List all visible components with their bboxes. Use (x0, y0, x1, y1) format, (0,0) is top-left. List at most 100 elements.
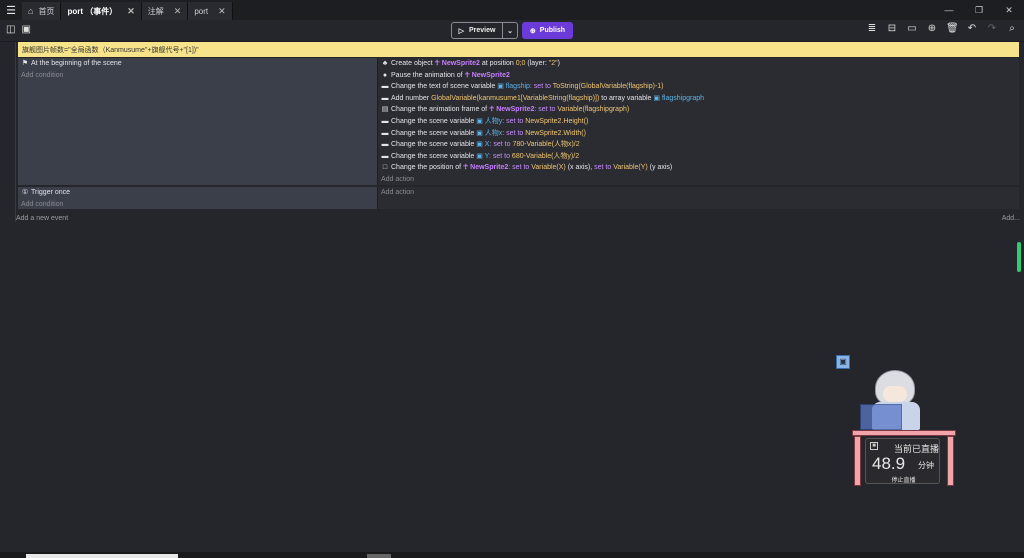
expression: Variable(Y) (613, 164, 648, 172)
conditions-column[interactable]: ① Trigger once Add condition (18, 187, 377, 209)
panels-icon[interactable]: ◫ (6, 24, 15, 35)
comment-icon[interactable]: ▭ (906, 23, 918, 34)
variable-name: ▣ 人物x (476, 129, 503, 137)
tab-port[interactable]: port ✕ (188, 2, 233, 20)
minimize-icon[interactable]: — (934, 0, 964, 20)
search-icon[interactable]: ⌕ (1006, 23, 1018, 34)
taskbar-item[interactable] (367, 554, 391, 558)
editor-toolbar: ◫ ▣ ▷ Preview ⌄ ⊕ Publish ≣ ⊟ ▭ ⊕ 🗑 ↶ ↷ … (0, 20, 1024, 42)
expression: Variable(flagshipgraph) (557, 106, 630, 114)
object-name: ☥ NewSprite2 (489, 106, 535, 114)
add-condition-link[interactable]: Add condition (18, 199, 377, 211)
taskbar-item[interactable] (26, 554, 178, 558)
action-item[interactable]: ▬ Change the scene variable ▣ 人物x: set to… (378, 128, 1019, 140)
action-item[interactable]: □ Change the position of ☥ NewSprite2: se… (378, 162, 1019, 174)
add-new-event-link[interactable]: Add a new event (16, 215, 68, 222)
restore-icon[interactable]: ❐ (964, 0, 994, 20)
operator: : set to (488, 152, 512, 160)
variable-name: ▣ Y (476, 152, 489, 160)
condition-item[interactable]: ⚑ At the beginning of the scene (18, 58, 377, 70)
operator: set to (594, 164, 614, 172)
expression: Variable(X) (531, 164, 566, 172)
chevron-down-icon[interactable]: ⌄ (503, 27, 517, 35)
event-comment[interactable]: 旗舰图片帧数="全局函数（Kanmusume"+旗舰代号+"[1])" (18, 42, 1019, 57)
preview-main[interactable]: ▷ Preview (452, 23, 503, 38)
expression: 680-Variable(人物y)/2 (511, 152, 580, 160)
taskbar (0, 552, 1024, 558)
close-icon[interactable]: ✕ (174, 6, 182, 17)
variable-name: ▣ 人物y (476, 117, 503, 125)
action-text: (x axis), (565, 164, 595, 172)
operator: : set to (489, 141, 513, 149)
condition-text: Trigger once (31, 189, 71, 196)
action-item[interactable]: ▬ Change the text of scene variable ▣ fla… (378, 81, 1019, 93)
close-icon[interactable]: ✕ (218, 6, 226, 17)
condition-text: At the beginning of the scene (31, 60, 122, 67)
scene-start-icon: ⚑ (21, 60, 29, 67)
action-item[interactable]: ▬ Change the scene variable ▣ 人物y: set to… (378, 116, 1019, 128)
tab-home[interactable]: ⌂ 首页 (22, 2, 62, 20)
publish-button[interactable]: ⊕ Publish (522, 22, 573, 39)
event-gutter (0, 42, 16, 222)
action-item[interactable]: ● Pause the animation of ☥ NewSprite2 (378, 70, 1019, 82)
close-icon[interactable]: ✕ (127, 6, 135, 17)
operator: : set to (502, 129, 526, 137)
tab-label: port （事件） (67, 6, 118, 16)
create-object-icon: ♣ (382, 60, 388, 67)
action-text: Change the position of (391, 164, 463, 172)
stop-stream-button[interactable]: 停止直播 (866, 475, 941, 484)
undo-icon[interactable]: ↶ (966, 23, 978, 34)
tab-label: port (194, 6, 209, 16)
pause-icon: ● (382, 71, 388, 79)
event-row[interactable]: ① Trigger once Add condition Add action (18, 187, 1019, 209)
floating-app-icon[interactable]: ▣ (836, 355, 850, 369)
action-text: Pause the animation of (391, 71, 465, 79)
operator: : set to (534, 106, 558, 114)
window-close-icon[interactable]: ✕ (994, 0, 1024, 20)
laptop-image (860, 404, 902, 430)
expression: NewSprite2.Width() (525, 129, 586, 137)
add-events-icon[interactable]: ≣ (866, 23, 878, 34)
add-comment-icon[interactable]: ⊟ (886, 23, 898, 34)
condition-item[interactable]: ① Trigger once (18, 187, 377, 199)
hamburger-menu-icon[interactable]: ☰ (0, 0, 22, 20)
expression: 0;0 (515, 60, 526, 67)
preview-button[interactable]: ▷ Preview ⌄ (451, 22, 518, 39)
variable-icon: ▬ (381, 83, 389, 91)
variable-icon: ▬ (381, 141, 389, 149)
character-face (883, 386, 907, 402)
tab-notes[interactable]: 注解 ✕ (141, 2, 189, 20)
desk-leg (854, 436, 861, 486)
stream-duration: 48.9 (872, 454, 906, 473)
variable-icon: ▬ (381, 117, 389, 125)
action-item[interactable]: ▬ Add number GlobalVariable(kanmusume1[Va… (378, 93, 1019, 105)
action-item[interactable]: ♣ Create object ☥ NewSprite2 at position … (378, 58, 1019, 70)
action-item[interactable]: ▤ Change the animation frame of ☥ NewSpri… (378, 104, 1019, 116)
redo-icon[interactable]: ↷ (986, 23, 998, 34)
variable-name: ▣ flagshipgraph (653, 94, 704, 102)
conditions-column[interactable]: ⚑ At the beginning of the scene Add condi… (18, 58, 377, 185)
action-item[interactable]: ▬ Change the scene variable ▣ X: set to 7… (378, 139, 1019, 151)
toolbar-left: ◫ ▣ (6, 24, 31, 35)
add-icon[interactable]: ⊕ (926, 23, 938, 34)
add-action-link[interactable]: Add action (378, 187, 1019, 199)
actions-column[interactable]: ♣ Create object ☥ NewSprite2 at position … (377, 58, 1019, 185)
delete-icon[interactable]: 🗑 (946, 23, 959, 34)
action-text: Create object (391, 60, 435, 67)
scrollbar-thumb[interactable] (1017, 242, 1021, 272)
tab-port-events[interactable]: port （事件） ✕ (61, 2, 142, 20)
tab-label: 注解 (147, 6, 164, 16)
live-stream-widget[interactable]: ■ 当前已直播 48.9 分钟 停止直播 (850, 360, 958, 490)
add-condition-link[interactable]: Add condition (18, 70, 377, 82)
action-item[interactable]: ▬ Change the scene variable ▣ Y: set to 6… (378, 151, 1019, 163)
action-text: to array variable (599, 94, 654, 102)
scene-icon[interactable]: ▣ (21, 24, 30, 35)
stream-panel: ■ 当前已直播 48.9 分钟 停止直播 (865, 438, 940, 484)
add-more-button[interactable]: Add... (1002, 215, 1020, 222)
home-icon: ⌂ (28, 6, 34, 16)
actions-column[interactable]: Add action (377, 187, 1019, 209)
operator: : set to (529, 83, 553, 91)
event-row[interactable]: ⚑ At the beginning of the scene Add condi… (18, 58, 1019, 185)
expression: 780-Variable(人物x)/2 (512, 141, 580, 149)
add-action-link[interactable]: Add action (378, 174, 1019, 186)
